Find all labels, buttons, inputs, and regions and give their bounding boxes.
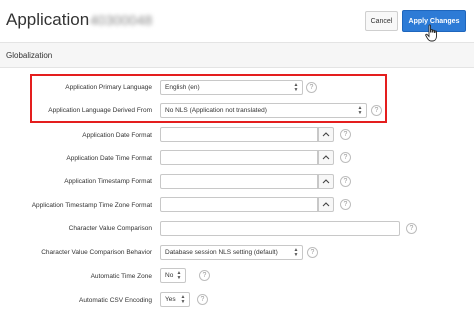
help-icon[interactable]: ? bbox=[340, 176, 351, 187]
hand-cursor-icon bbox=[425, 24, 437, 42]
select-arrows-icon: ▲ ▼ bbox=[180, 294, 186, 305]
date-time-format-input[interactable] bbox=[160, 150, 318, 165]
date-format-picker-button[interactable] bbox=[318, 127, 334, 142]
select-arrows-icon: ▲ ▼ bbox=[176, 270, 182, 281]
section-title: Globalization bbox=[6, 51, 53, 60]
help-icon[interactable]: ? bbox=[307, 247, 318, 258]
automatic-csv-encoding-label: Automatic CSV Encoding bbox=[79, 297, 152, 304]
page-header: Application 40300048 Cancel Apply Change… bbox=[0, 0, 474, 42]
automatic-time-zone-value: No bbox=[165, 272, 174, 279]
automatic-csv-encoding-value: Yes bbox=[165, 296, 176, 303]
select-arrows-icon: ▲ ▼ bbox=[293, 247, 299, 258]
automatic-time-zone-select[interactable]: No ▲ ▼ bbox=[160, 268, 186, 283]
char-value-comparison-behavior-value: Database session NLS setting (default) bbox=[165, 249, 278, 256]
cancel-button[interactable]: Cancel bbox=[365, 11, 398, 31]
date-time-format-picker-button[interactable] bbox=[318, 150, 334, 165]
help-icon[interactable]: ? bbox=[340, 152, 351, 163]
date-format-input[interactable] bbox=[160, 127, 318, 142]
chevron-up-icon bbox=[322, 202, 330, 207]
timestamp-format-label: Application Timestamp Format bbox=[64, 178, 152, 185]
char-value-comparison-behavior-label: Character Value Comparison Behavior bbox=[41, 249, 152, 256]
char-value-comparison-label: Character Value Comparison bbox=[68, 225, 152, 232]
help-icon[interactable]: ? bbox=[340, 199, 351, 210]
application-id: 40300048 bbox=[90, 12, 153, 28]
help-icon[interactable]: ? bbox=[199, 270, 210, 281]
automatic-time-zone-label: Automatic Time Zone bbox=[90, 273, 152, 280]
chevron-up-icon bbox=[322, 179, 330, 184]
section-header: Globalization bbox=[0, 42, 474, 68]
char-value-comparison-behavior-select[interactable]: Database session NLS setting (default) ▲… bbox=[160, 245, 303, 260]
chevron-up-icon bbox=[322, 132, 330, 137]
help-icon[interactable]: ? bbox=[406, 223, 417, 234]
timestamp-tz-format-picker-button[interactable] bbox=[318, 197, 334, 212]
chevron-up-icon bbox=[322, 155, 330, 160]
timestamp-tz-format-label: Application Timestamp Time Zone Format bbox=[31, 202, 152, 209]
page-title: Application bbox=[6, 10, 90, 29]
highlight-box bbox=[30, 74, 387, 123]
timestamp-format-picker-button[interactable] bbox=[318, 174, 334, 189]
timestamp-format-input[interactable] bbox=[160, 174, 318, 189]
help-icon[interactable]: ? bbox=[197, 294, 208, 305]
char-value-comparison-input[interactable] bbox=[160, 221, 400, 236]
date-time-format-label: Application Date Time Format bbox=[66, 155, 152, 162]
help-icon[interactable]: ? bbox=[340, 129, 351, 140]
timestamp-tz-format-input[interactable] bbox=[160, 197, 318, 212]
date-format-label: Application Date Format bbox=[82, 132, 152, 139]
automatic-csv-encoding-select[interactable]: Yes ▲ ▼ bbox=[160, 292, 190, 307]
